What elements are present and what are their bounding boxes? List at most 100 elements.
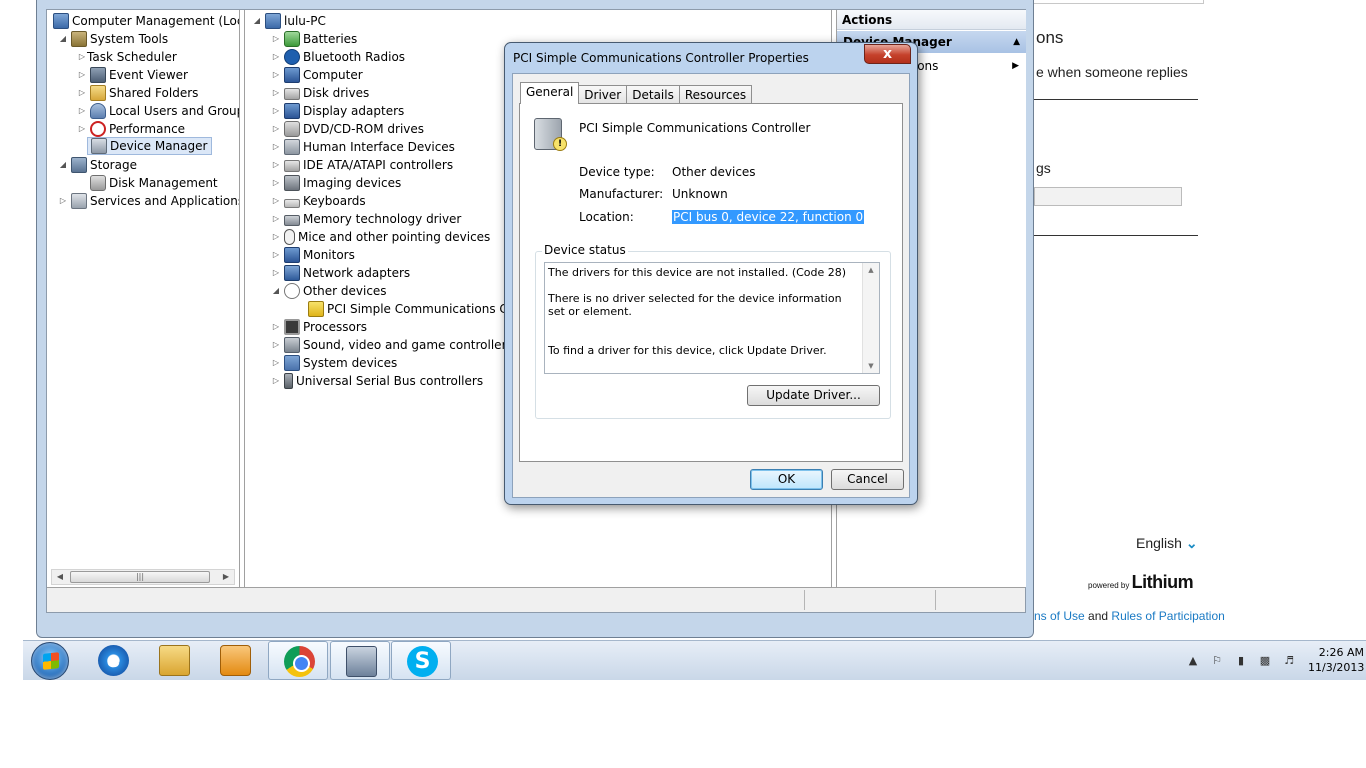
taskbar: e S ▲ ⚐ ▮ ▩ ♬ 2:26 AM 11/3/2013 bbox=[23, 640, 1366, 680]
collapsed-triangle-icon[interactable]: ▷ bbox=[271, 210, 281, 228]
tab-details[interactable]: Details bbox=[626, 85, 680, 104]
network-signal-icon[interactable]: ▩ bbox=[1258, 654, 1272, 668]
collapsed-triangle-icon[interactable]: ▷ bbox=[77, 66, 87, 84]
expanded-triangle-icon[interactable]: ◢ bbox=[58, 30, 68, 48]
tree-task-scheduler[interactable]: ▷ Task Scheduler bbox=[77, 48, 177, 66]
taskbar-chrome[interactable] bbox=[268, 641, 328, 680]
device-category[interactable]: ▷ Human Interface Devices bbox=[271, 138, 455, 156]
ok-button[interactable]: OK bbox=[750, 469, 823, 490]
collapsed-triangle-icon[interactable]: ▷ bbox=[271, 84, 281, 102]
collapsed-triangle-icon[interactable]: ▷ bbox=[271, 138, 281, 156]
taskbar-skype[interactable]: S bbox=[391, 641, 451, 680]
scroll-right-icon[interactable]: ▶ bbox=[218, 570, 234, 584]
expanded-triangle-icon[interactable]: ◢ bbox=[58, 156, 68, 174]
collapsed-triangle-icon[interactable]: ▷ bbox=[271, 336, 281, 354]
location-value[interactable]: PCI bus 0, device 22, function 0 bbox=[672, 210, 865, 224]
tree-root[interactable]: Computer Management (Local bbox=[50, 12, 239, 30]
device-category[interactable]: ▷ Processors bbox=[271, 318, 367, 336]
taskbar-computer-management[interactable] bbox=[330, 641, 390, 680]
device-category[interactable]: ▷ Keyboards bbox=[271, 192, 366, 210]
tree-services[interactable]: ▷ Services and Applications bbox=[58, 192, 239, 210]
collapse-up-icon[interactable]: ▲ bbox=[1013, 31, 1020, 53]
device-category[interactable]: ◢ Other devices bbox=[271, 282, 387, 300]
device-category[interactable]: ▷ Imaging devices bbox=[271, 174, 401, 192]
device-category[interactable]: ▷ Network adapters bbox=[271, 264, 410, 282]
collapsed-triangle-icon[interactable]: ▷ bbox=[271, 48, 281, 66]
collapsed-triangle-icon[interactable]: ▷ bbox=[271, 174, 281, 192]
collapsed-triangle-icon[interactable]: ▷ bbox=[271, 192, 281, 210]
device-category[interactable]: ▷ System devices bbox=[271, 354, 397, 372]
tree-system-tools[interactable]: ◢ System Tools bbox=[58, 30, 168, 48]
device-category[interactable]: ▷ Batteries bbox=[271, 30, 357, 48]
speaker-icon bbox=[284, 337, 300, 353]
collapsed-triangle-icon[interactable]: ▷ bbox=[271, 30, 281, 48]
collapsed-triangle-icon[interactable]: ▷ bbox=[77, 48, 87, 66]
taskbar-ie[interactable]: e bbox=[83, 641, 143, 680]
tree-device-manager[interactable]: Device Manager bbox=[87, 137, 213, 155]
collapsed-triangle-icon[interactable]: ▷ bbox=[77, 120, 87, 138]
update-driver-button[interactable]: Update Driver... bbox=[747, 385, 880, 406]
expanded-triangle-icon[interactable]: ◢ bbox=[271, 282, 281, 300]
scroll-down-icon[interactable]: ▼ bbox=[863, 359, 879, 373]
ide-controller-icon bbox=[284, 160, 300, 172]
collapsed-triangle-icon[interactable]: ▷ bbox=[271, 228, 281, 246]
scroll-up-icon[interactable]: ▲ bbox=[863, 263, 879, 277]
device-category[interactable]: ▷ Monitors bbox=[271, 246, 355, 264]
rules-link[interactable]: Rules of Participation bbox=[1111, 609, 1224, 623]
collapsed-triangle-icon[interactable]: ▷ bbox=[77, 102, 87, 120]
tree-event-viewer[interactable]: ▷ Event Viewer bbox=[77, 66, 188, 84]
device-category[interactable]: ▷ Universal Serial Bus controllers bbox=[271, 372, 483, 390]
tab-general[interactable]: General bbox=[520, 82, 580, 104]
device-category[interactable]: ▷ Sound, video and game controllers bbox=[271, 336, 513, 354]
scroll-left-icon[interactable]: ◀ bbox=[52, 570, 68, 584]
device-category[interactable]: ▷ Memory technology driver bbox=[271, 210, 461, 228]
vertical-scrollbar[interactable]: ▲ ▼ bbox=[862, 263, 879, 373]
expanded-triangle-icon[interactable]: ◢ bbox=[252, 12, 262, 30]
tab-driver[interactable]: Driver bbox=[578, 85, 628, 104]
tree-disk-management[interactable]: Disk Management bbox=[87, 174, 218, 192]
collapsed-triangle-icon[interactable]: ▷ bbox=[271, 156, 281, 174]
device-category[interactable]: ▷ Display adapters bbox=[271, 102, 404, 120]
collapsed-triangle-icon[interactable]: ▷ bbox=[271, 120, 281, 138]
tree-shared-folders[interactable]: ▷ Shared Folders bbox=[77, 84, 198, 102]
collapsed-triangle-icon[interactable]: ▷ bbox=[271, 102, 281, 120]
show-hidden-icons-icon[interactable]: ▲ bbox=[1186, 654, 1200, 668]
close-button[interactable]: x bbox=[864, 44, 911, 64]
device-category[interactable]: ▷ IDE ATA/ATAPI controllers bbox=[271, 156, 453, 174]
cancel-button[interactable]: Cancel bbox=[831, 469, 904, 490]
tab-resources[interactable]: Resources bbox=[678, 85, 753, 104]
taskbar-clock[interactable]: 2:26 AM 11/3/2013 bbox=[1308, 645, 1364, 675]
device-tree-root[interactable]: ◢ lulu-PC bbox=[252, 12, 326, 30]
device-category[interactable]: ▷ Mice and other pointing devices bbox=[271, 228, 490, 246]
tree-performance[interactable]: ▷ Performance bbox=[77, 120, 185, 138]
chevron-down-icon: ⌄ bbox=[1185, 535, 1198, 551]
device-category[interactable]: ▷ Bluetooth Radios bbox=[271, 48, 405, 66]
collapsed-triangle-icon[interactable]: ▷ bbox=[271, 66, 281, 84]
collapsed-triangle-icon[interactable]: ▷ bbox=[271, 246, 281, 264]
tree-local-users[interactable]: ▷ Local Users and Groups bbox=[77, 102, 239, 120]
taskbar-explorer[interactable] bbox=[144, 641, 204, 680]
terms-link[interactable]: ns of Use bbox=[1034, 609, 1085, 623]
collapsed-triangle-icon[interactable]: ▷ bbox=[58, 192, 68, 210]
device-category[interactable]: ▷ Computer bbox=[271, 66, 363, 84]
web-input-field[interactable] bbox=[1034, 187, 1182, 206]
web-top-box bbox=[1034, 0, 1204, 4]
battery-icon[interactable]: ▮ bbox=[1234, 654, 1248, 668]
collapsed-triangle-icon[interactable]: ▷ bbox=[77, 84, 87, 102]
collapsed-triangle-icon[interactable]: ▷ bbox=[271, 264, 281, 282]
tree-storage[interactable]: ◢ Storage bbox=[58, 156, 137, 174]
horizontal-scrollbar[interactable]: ◀ ||| ▶ bbox=[51, 569, 235, 585]
language-selector[interactable]: English ⌄ bbox=[1136, 535, 1198, 552]
device-pci-controller[interactable]: PCI Simple Communications Cont bbox=[305, 300, 527, 318]
collapsed-triangle-icon[interactable]: ▷ bbox=[271, 354, 281, 372]
volume-icon[interactable]: ♬ bbox=[1282, 654, 1296, 668]
device-category[interactable]: ▷ DVD/CD-ROM drives bbox=[271, 120, 424, 138]
start-button[interactable] bbox=[31, 642, 69, 680]
device-status-textbox[interactable]: The drivers for this device are not inst… bbox=[544, 262, 880, 374]
collapsed-triangle-icon[interactable]: ▷ bbox=[271, 318, 281, 336]
device-category[interactable]: ▷ Disk drives bbox=[271, 84, 369, 102]
collapsed-triangle-icon[interactable]: ▷ bbox=[271, 372, 281, 390]
scroll-thumb[interactable]: ||| bbox=[70, 571, 210, 583]
taskbar-media-player[interactable] bbox=[205, 641, 265, 680]
action-center-flag-icon[interactable]: ⚐ bbox=[1210, 654, 1224, 668]
